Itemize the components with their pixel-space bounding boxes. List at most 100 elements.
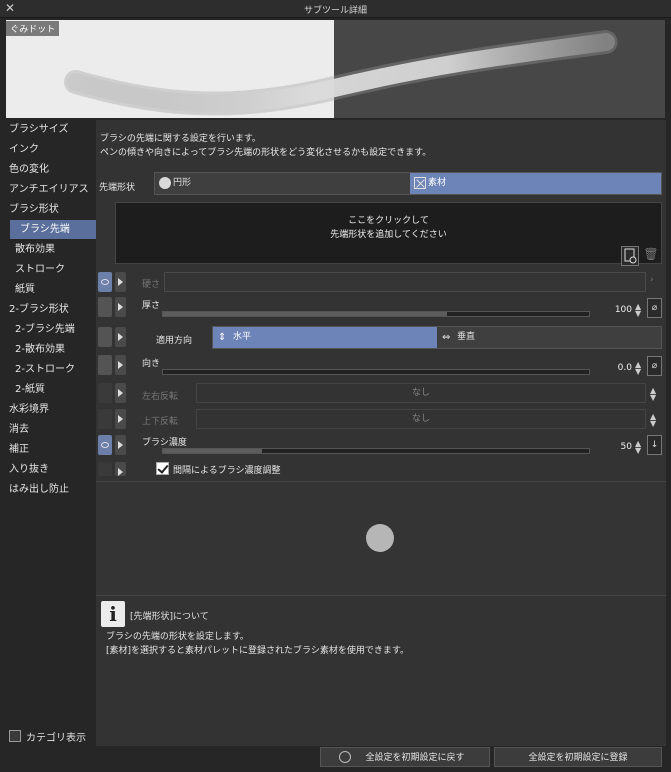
spin-icon[interactable]: ▲ ▼: [635, 440, 641, 455]
brush-density-slider[interactable]: [162, 448, 590, 454]
vertical-icon: ⇔: [442, 332, 451, 343]
register-default-button[interactable]: 全設定を初期設定に登録: [494, 747, 662, 767]
vertical-label: 垂直: [457, 332, 476, 342]
expand-icon[interactable]: [115, 355, 126, 375]
empty-line: 先端形状を追加してください: [330, 230, 447, 240]
direction-vertical-option[interactable]: ⇔ 垂直: [437, 327, 661, 348]
description-line: ブラシの先端に関する設定を行います。: [100, 134, 261, 144]
brush-name-label: ぐみドット: [6, 21, 60, 36]
sidebar-item-brush-size[interactable]: ブラシサイズ: [5, 120, 95, 139]
sidebar-item-ink[interactable]: インク: [5, 140, 95, 159]
hardness-control: [164, 272, 646, 292]
thickness-label: 厚さ: [142, 301, 161, 311]
panel-description: ブラシの先端に関する設定を行います。 ペンの傾きや向きによってブラシ先端の形状を…: [100, 132, 431, 160]
pressure-settings-icon[interactable]: ⌀: [647, 356, 662, 376]
sidebar-item-prevent-overflow[interactable]: はみ出し防止: [5, 480, 95, 499]
info-line: [素材]を選択すると素材パレットに登録されたブラシ素材を使用できます。: [106, 646, 409, 656]
sidebar-item-spray-effect[interactable]: 散布効果: [5, 240, 95, 259]
interval-density-checkbox[interactable]: [156, 462, 169, 475]
eye-icon[interactable]: [98, 327, 112, 347]
sidebar-item-color-change[interactable]: 色の変化: [5, 160, 95, 179]
hardness-label: 硬さ: [142, 280, 161, 290]
expand-icon[interactable]: [115, 272, 126, 292]
description-line: ペンの傾きや向きによってブラシ先端の形状をどう変化させるかも設定できます。: [100, 148, 432, 158]
horizontal-icon: ⇕: [218, 332, 227, 343]
interval-density-label: 間隔によるブラシ濃度調整: [173, 466, 281, 476]
info-line: ブラシの先端の形状を設定します。: [106, 632, 249, 642]
stroke-preview: [6, 20, 665, 118]
flip-vertical-select[interactable]: なし: [196, 409, 646, 429]
pressure-settings-icon[interactable]: ↓: [647, 435, 662, 455]
spin-icon[interactable]: ▲ ▼: [635, 361, 641, 376]
close-icon[interactable]: ✕: [5, 1, 15, 15]
sidebar-item-brush-shape[interactable]: ブラシ形状: [5, 200, 95, 219]
sidebar-item-2-stroke[interactable]: 2-ストローク: [5, 360, 95, 379]
sidebar-item-watercolor-edge[interactable]: 水彩境界: [5, 400, 95, 419]
sidebar-item-stroke[interactable]: ストローク: [5, 260, 95, 279]
eye-icon[interactable]: [98, 272, 112, 292]
reset-all-label: 全設定を初期設定に戻す: [365, 753, 465, 763]
horizontal-label: 水平: [233, 332, 252, 342]
empty-line: ここをクリックして: [348, 216, 429, 226]
info-title: [先端形状]について: [130, 612, 209, 622]
chevron-updown-icon[interactable]: ▲ ▼: [650, 387, 656, 402]
brush-stroke-preview: [64, 30, 618, 116]
sidebar-item-brush-tip[interactable]: ブラシ先端: [10, 220, 98, 239]
eye-icon: [98, 383, 112, 403]
expand-icon[interactable]: [115, 383, 126, 403]
tip-shape-selector: 円形 素材: [154, 172, 662, 195]
category-display-label: カテゴリ表示: [26, 733, 86, 744]
sidebar-item-texture[interactable]: 紙質: [5, 280, 95, 299]
sidebar-item-correction[interactable]: 補正: [5, 440, 95, 459]
sidebar-item-antialias[interactable]: アンチエイリアス: [5, 180, 95, 199]
tip-shape-empty-message[interactable]: ここをクリックして 先端形状を追加してください: [115, 214, 662, 242]
sidebar-item-2-brush-shape[interactable]: 2-ブラシ形状: [5, 300, 95, 319]
trash-icon[interactable]: 🗑: [643, 247, 659, 265]
brush-density-label: ブラシ濃度: [142, 438, 187, 448]
tip-shape-circle-option[interactable]: 円形: [155, 173, 410, 194]
eye-icon[interactable]: [98, 355, 112, 375]
expand-icon[interactable]: [115, 462, 126, 476]
tip-shape-label: 先端形状: [99, 183, 136, 193]
add-tip-icon[interactable]: [621, 246, 639, 266]
expand-icon[interactable]: [115, 327, 126, 347]
thickness-slider[interactable]: [162, 311, 590, 317]
eye-icon: [98, 462, 112, 476]
material-icon: [414, 177, 426, 189]
flip-horizontal-label: 左右反転: [142, 392, 179, 402]
apply-direction-label: 適用方向: [156, 336, 193, 346]
flip-horizontal-select[interactable]: なし: [196, 383, 646, 403]
reset-icon: [339, 751, 351, 763]
eye-icon[interactable]: [98, 435, 112, 455]
chevron-updown-icon[interactable]: ▲ ▼: [650, 413, 656, 428]
expand-icon[interactable]: [115, 409, 126, 429]
info-body: ブラシの先端の形状を設定します。 [素材]を選択すると素材パレットに登録されたブ…: [106, 630, 409, 658]
density-slider-fill: [163, 449, 263, 453]
category-display-checkbox[interactable]: [9, 730, 21, 742]
sidebar-item-start-end[interactable]: 入り抜き: [5, 460, 95, 479]
expand-icon[interactable]: [115, 297, 126, 317]
window-title: サブツール詳細: [303, 6, 367, 16]
eye-icon[interactable]: [98, 297, 112, 317]
direction-value[interactable]: 0.0: [602, 363, 632, 373]
circle-option-label: 円形: [173, 178, 192, 188]
pressure-settings-icon[interactable]: ⌀: [647, 298, 662, 318]
thickness-value[interactable]: 100: [602, 305, 632, 315]
eye-icon: [98, 409, 112, 429]
expand-icon[interactable]: [115, 435, 126, 455]
sidebar-item-erase[interactable]: 消去: [5, 420, 95, 439]
apply-direction-selector: ⇕ 水平 ⇔ 垂直: [212, 326, 662, 349]
sidebar-item-2-brush-tip[interactable]: 2-ブラシ先端: [5, 320, 95, 339]
reset-all-button[interactable]: 全設定を初期設定に戻す: [320, 747, 490, 767]
tip-shape-material-option[interactable]: 素材: [410, 173, 661, 194]
sidebar-item-2-spray-effect[interactable]: 2-散布効果: [5, 340, 95, 359]
chevron-right-icon: ›: [650, 275, 654, 285]
spin-icon[interactable]: ▲ ▼: [635, 303, 641, 318]
brush-density-value[interactable]: 50: [602, 442, 632, 452]
sidebar-item-2-texture[interactable]: 2-紙質: [5, 380, 95, 399]
direction-slider[interactable]: [162, 369, 590, 375]
direction-label: 向き: [142, 359, 161, 369]
thickness-slider-fill: [163, 312, 447, 316]
tip-preview-dot: [366, 524, 394, 552]
direction-horizontal-option[interactable]: ⇕ 水平: [213, 327, 437, 348]
